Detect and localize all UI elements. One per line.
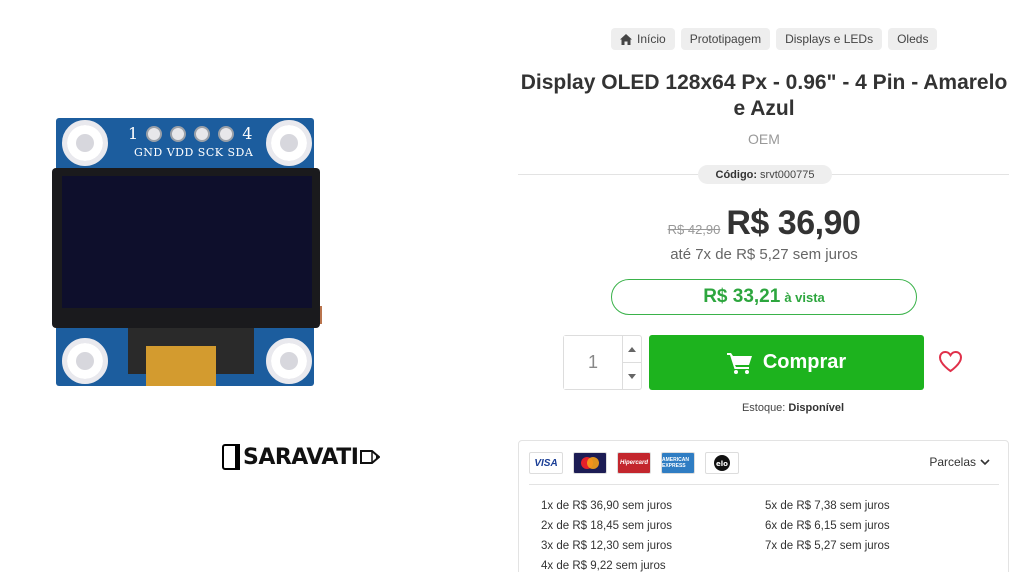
pin-number-last: 4 — [242, 124, 253, 143]
product-code-label: Código: — [715, 168, 758, 181]
visa-label: VISA — [534, 457, 558, 469]
pin-number-first: 1 — [128, 124, 139, 143]
stock-label: Estoque: — [741, 402, 786, 414]
oled-screen — [62, 176, 312, 308]
quantity-decrease[interactable] — [623, 363, 641, 389]
breadcrumb-home[interactable]: Início — [611, 28, 675, 50]
breadcrumb-label: Oleds — [897, 32, 929, 46]
caret-down-icon — [628, 373, 636, 379]
cash-price-box: R$ 33,21 à vista — [611, 279, 917, 315]
installment-option: 6x de R$ 6,15 sem juros — [765, 520, 890, 532]
current-price: R$ 36,90 — [726, 204, 861, 242]
breadcrumb-label: Prototipagem — [689, 32, 762, 46]
product-title: Display OLED 128x64 Px - 0.96" - 4 Pin -… — [520, 71, 1008, 120]
breadcrumb-label: Displays e LEDs — [785, 32, 874, 46]
home-icon — [620, 33, 632, 45]
installment-option: 3x de R$ 12,30 sem juros — [541, 540, 673, 552]
installments-column-2: 5x de R$ 7,38 sem juros 6x de R$ 6,15 se… — [765, 496, 890, 556]
breadcrumb-displays-leds[interactable]: Displays e LEDs — [776, 28, 883, 50]
chevron-down-icon — [980, 458, 990, 465]
breadcrumb-prototipagem[interactable]: Prototipagem — [680, 28, 771, 50]
mastercard-icon — [573, 452, 607, 474]
stock-status: Estoque: Disponível — [518, 402, 1036, 414]
visa-icon: VISA — [529, 452, 563, 474]
pin — [170, 125, 187, 142]
pin — [146, 125, 163, 142]
parcelas-dropdown[interactable]: Parcelas — [929, 455, 990, 469]
installment-option: 1x de R$ 36,90 sem juros — [541, 500, 673, 512]
amex-icon: AMERICAN EXPRESS — [661, 452, 695, 474]
pin-header: 1 4 — [128, 124, 252, 143]
hipercard-icon: Hipercard — [617, 452, 651, 474]
amex-label: AMERICAN EXPRESS — [662, 457, 689, 469]
old-price: R$ 42,90 — [667, 222, 721, 237]
quantity-input[interactable] — [564, 336, 622, 389]
product-image[interactable]: 1 4 GND VDD SCK SDA — [50, 118, 322, 390]
cart-icon — [726, 352, 752, 374]
installments-column-1: 1x de R$ 36,90 sem juros 2x de R$ 18,45 … — [541, 496, 672, 572]
breadcrumb-label: Início — [637, 32, 666, 46]
pcb-board: 1 4 GND VDD SCK SDA — [52, 118, 322, 386]
brand-logo-text: SARAVATI — [243, 444, 359, 470]
installment-option: 4x de R$ 9,22 sem juros — [541, 560, 666, 572]
mastercard-circles — [581, 457, 599, 469]
quantity-increase[interactable] — [623, 336, 641, 363]
mount-hole — [266, 120, 312, 166]
product-brand: OEM — [748, 131, 780, 147]
divider — [529, 484, 999, 485]
installments-summary: até 7x de R$ 5,27 sem juros — [670, 246, 858, 263]
payment-box: VISA Hipercard AMERICAN EXPRESS elo Parc… — [518, 440, 1009, 572]
hipercard-label: Hipercard — [619, 460, 648, 466]
breadcrumb: Início Prototipagem Displays e LEDs Oled… — [611, 28, 938, 50]
product-code: Código: srvt000775 — [698, 165, 832, 184]
breadcrumb-oleds[interactable]: Oleds — [888, 28, 938, 50]
installment-option: 2x de R$ 18,45 sem juros — [541, 520, 673, 532]
caret-up-icon — [628, 346, 636, 352]
installment-option: 7x de R$ 5,27 sem juros — [765, 540, 890, 552]
installment-option: 5x de R$ 7,38 sem juros — [765, 500, 890, 512]
logo-bar — [222, 444, 240, 470]
buy-button-label: Comprar — [762, 351, 847, 373]
mount-hole — [62, 338, 108, 384]
wishlist-heart-icon[interactable] — [938, 350, 963, 373]
pencil-icon — [360, 450, 381, 464]
mount-hole — [266, 338, 312, 384]
elo-icon: elo — [705, 452, 739, 474]
buy-button[interactable]: Comprar — [649, 335, 924, 390]
price-row: R$ 42,90 R$ 36,90 — [518, 204, 1010, 243]
flex-connector — [146, 346, 216, 386]
payment-methods: VISA Hipercard AMERICAN EXPRESS elo — [529, 452, 739, 474]
pin — [218, 125, 235, 142]
cash-price: R$ 33,21 — [703, 286, 781, 307]
elo-logo: elo — [714, 455, 730, 471]
pin — [194, 125, 211, 142]
product-code-value: srvt000775 — [760, 168, 815, 181]
elo-text: elo — [716, 460, 728, 468]
parcelas-label: Parcelas — [929, 455, 976, 469]
pin-labels: GND VDD SCK SDA — [134, 146, 254, 159]
quantity-stepper — [563, 335, 642, 390]
stock-value: Disponível — [788, 402, 845, 414]
display-bezel — [52, 168, 320, 328]
cash-price-label: à vista — [784, 289, 825, 305]
quantity-steppers — [622, 336, 641, 389]
mount-hole — [62, 120, 108, 166]
brand-logo: SARAVATI — [222, 442, 381, 472]
